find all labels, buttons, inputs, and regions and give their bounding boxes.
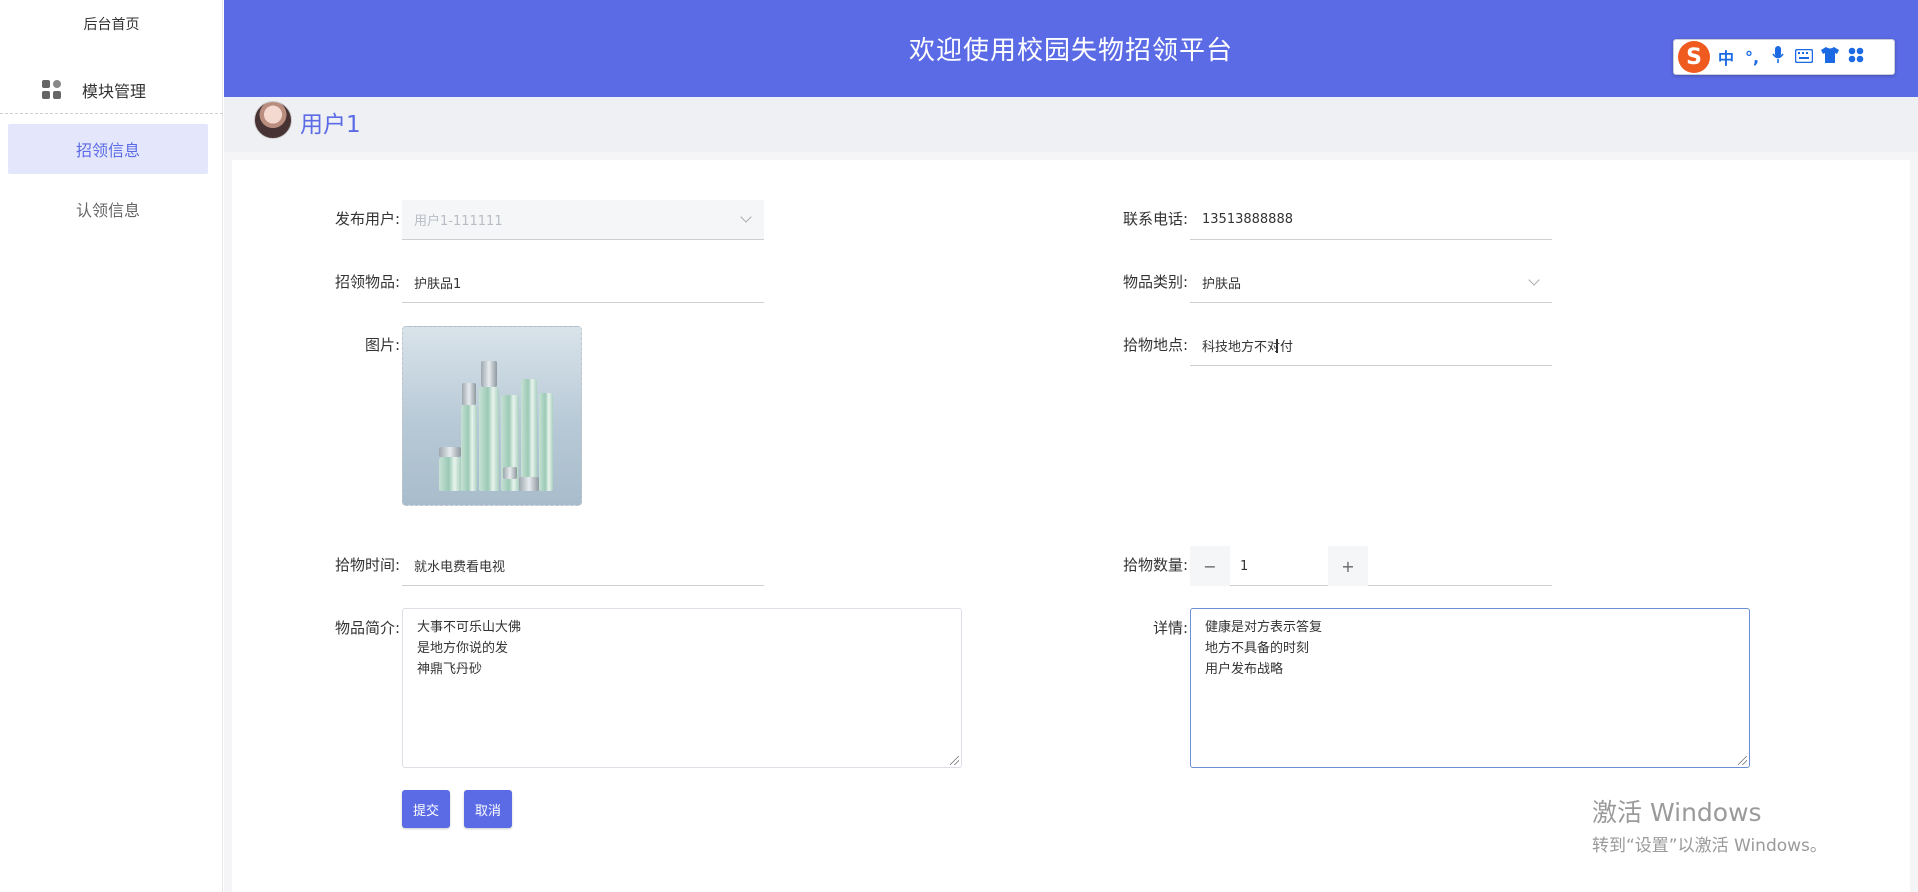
intro-line: 是地方你说的发 [417,641,509,656]
main-area: 发布用户: 用户1-111111 联系电话: 13513888888 招领物品:… [224,152,1918,892]
time-value: 就水电费看电视 [414,560,506,575]
watermark-subtitle: 转到“设置”以激活 Windows。 [1592,836,1827,856]
publisher-value: 用户1-111111 [414,214,503,229]
quantity-stepper: − 1 + [1190,546,1552,586]
details-line: 健康是对方表示答复 [1205,620,1323,635]
product-image-upload[interactable] [402,326,582,506]
phone-value: 13513888888 [1202,212,1293,227]
sidebar: 后台首页 模块管理 招领信息 认领信息 [0,0,223,892]
user-name: 用户1 [300,112,361,138]
keyboard-icon[interactable] [1794,48,1814,67]
chevron-down-icon [740,211,752,223]
toolbox-grid-icon[interactable] [1846,47,1866,67]
user-avatar[interactable] [254,101,292,139]
microphone-icon[interactable] [1768,46,1788,68]
category-label: 物品类别: [1122,273,1188,291]
location-label: 拾物地点: [1122,336,1188,354]
watermark-title: 激活 Windows [1592,798,1762,827]
item-label: 招领物品: [334,273,400,291]
user-bar: 用户1 [224,97,1918,152]
time-label: 拾物时间: [334,556,400,574]
location-input[interactable]: 科技地方不对付 [1190,326,1552,366]
item-input[interactable]: 护肤品1 [402,263,764,303]
sidebar-module-menu[interactable]: 模块管理 [0,66,223,114]
intro-label: 物品简介: [334,619,400,637]
sidebar-item-claim-info[interactable]: 招领信息 [8,124,208,174]
quantity-value[interactable]: 1 [1230,546,1328,586]
text-cursor-icon [1276,339,1278,353]
intro-textarea[interactable]: 大事不可乐山大佛 是地方你说的发 神鼎飞丹砂 [402,608,962,768]
sidebar-home-link[interactable]: 后台首页 [0,14,223,34]
item-value: 护肤品1 [414,277,462,292]
submit-button[interactable]: 提交 [402,790,450,828]
quantity-increment-button[interactable]: + [1328,546,1368,586]
details-textarea[interactable]: 健康是对方表示答复 地方不具备的时刻 用户发布战略 [1190,608,1750,768]
form-card: 发布用户: 用户1-111111 联系电话: 13513888888 招领物品:… [232,160,1910,892]
ime-toolbar[interactable]: S 中 °, [1673,39,1895,75]
category-select[interactable]: 护肤品 [1190,263,1552,303]
sidebar-item-recognize-info[interactable]: 认领信息 [8,184,208,234]
intro-line: 大事不可乐山大佛 [417,620,522,635]
page-header: 欢迎使用校园失物招领平台 S 中 °, [224,0,1918,97]
chevron-down-icon [1528,274,1540,286]
quantity-label: 拾物数量: [1122,556,1188,574]
image-label: 图片: [364,336,400,354]
skin-shirt-icon[interactable] [1820,47,1840,67]
module-grid-icon [42,79,62,100]
ime-mode-toggle[interactable]: 中 [1716,45,1736,69]
details-label: 详情: [1152,619,1188,637]
phone-input[interactable]: 13513888888 [1190,200,1552,240]
sogou-logo-icon[interactable]: S [1678,41,1710,73]
time-input[interactable]: 就水电费看电视 [402,546,764,586]
category-value: 护肤品 [1202,277,1242,292]
resize-handle-icon[interactable] [1738,756,1747,765]
ime-punct-toggle[interactable]: °, [1742,48,1762,67]
publisher-label: 发布用户: [334,210,400,228]
intro-line: 神鼎飞丹砂 [417,662,483,677]
resize-handle-icon[interactable] [950,756,959,765]
details-line: 地方不具备的时刻 [1205,641,1310,656]
header-title: 欢迎使用校园失物招领平台 [908,36,1233,66]
sidebar-module-label: 模块管理 [82,81,147,101]
cancel-button[interactable]: 取消 [464,790,512,828]
phone-label: 联系电话: [1122,210,1188,228]
quantity-decrement-button[interactable]: − [1190,546,1230,586]
windows-activation-watermark: 激活 Windows 转到“设置”以激活 Windows。 [1592,793,1827,856]
publisher-select: 用户1-111111 [402,200,764,240]
location-value: 科技地方不对付 [1202,340,1294,355]
details-line: 用户发布战略 [1205,662,1284,677]
